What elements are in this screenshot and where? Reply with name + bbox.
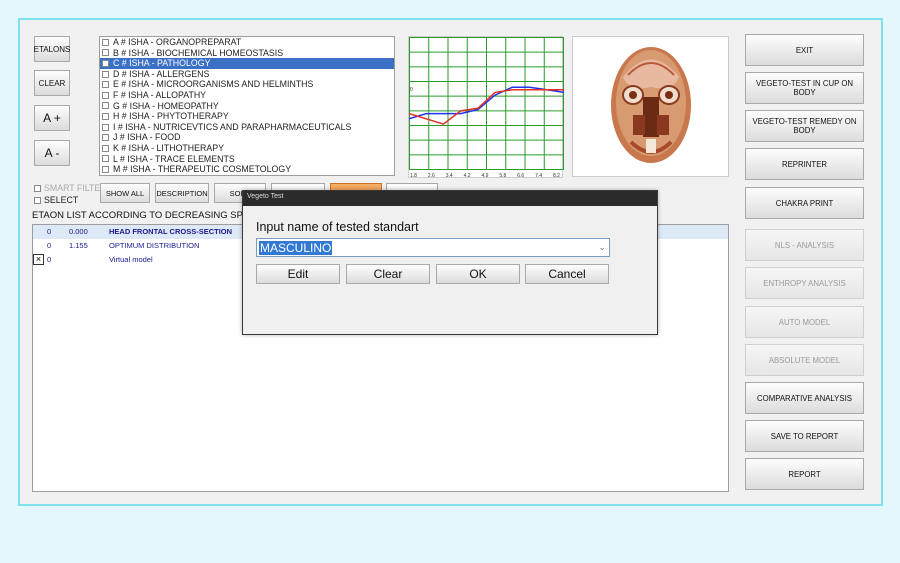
graph-svg: 1.8 2.6 3.4 4.2 4.9 5.8 6.6 7.4 8.2 0 [408, 37, 565, 179]
a-plus-button[interactable]: A + [34, 105, 70, 131]
select-label: SELECT [44, 195, 79, 205]
list-item[interactable]: D # ISHA - ALLERGENS [100, 69, 394, 80]
dialog-title: Vegeto Test [247, 193, 284, 200]
checkbox-box[interactable] [102, 70, 109, 78]
graph-marker-label: 0 [410, 87, 413, 93]
checkbox-box[interactable] [102, 38, 109, 46]
head-cross-section-image [572, 36, 729, 177]
checkbox-box[interactable] [102, 123, 109, 131]
list-item[interactable]: K # ISHA - LITHOTHERAPY [100, 143, 394, 154]
x-tick-label: 1.8 [410, 173, 417, 179]
x-tick-label: 2.6 [428, 173, 435, 179]
row-count: 0 [47, 241, 52, 250]
checkbox-box[interactable] [102, 112, 109, 120]
a-minus-button[interactable]: A - [34, 140, 70, 166]
checkbox-box [34, 196, 41, 204]
list-item[interactable]: L # ISHA - TRACE ELEMENTS [100, 154, 394, 165]
chakra-print-button[interactable]: CHAKRA PRINT [745, 187, 864, 219]
row-value: 1.155 [69, 241, 88, 250]
checkbox-box[interactable] [102, 59, 109, 67]
absolute-model-button[interactable]: ABSOLUTE MODEL [745, 344, 864, 376]
x-tick-label: 3.4 [446, 173, 453, 179]
input-standart-dialog: Vegeto Test Input name of tested standar… [242, 190, 658, 335]
isha-item-label: L # ISHA - TRACE ELEMENTS [113, 153, 235, 164]
comparative-analysis-button[interactable]: COMPARATIVE ANALYSIS [745, 382, 864, 414]
smart-filter-checkbox[interactable]: SMART FILTER [34, 183, 107, 193]
row-count: 0 [47, 255, 52, 264]
checkbox-box[interactable] [102, 81, 109, 89]
checkbox-box[interactable] [102, 144, 109, 152]
select-checkbox[interactable]: SELECT [34, 195, 78, 205]
x-tick-label: 7.4 [535, 173, 542, 179]
etalons-button[interactable]: ETALONS [34, 36, 70, 62]
isha-item-label: F # ISHA - ALLOPATHY [113, 89, 207, 100]
checkbox-box [34, 184, 41, 192]
x-tick-label: 4.9 [482, 173, 489, 179]
isha-item-label: E # ISHA - MICROORGANISMS AND HELMINTHS [113, 79, 314, 90]
isha-item-label: A # ISHA - ORGANOPREPARAT [113, 37, 242, 47]
checkbox-box[interactable] [102, 49, 109, 57]
enthropy-analysis-button[interactable]: ENTHROPY ANALYSIS [745, 267, 864, 299]
ok-button[interactable]: OK [436, 264, 520, 284]
isha-item-label: C # ISHA - PATHOLOGY [113, 58, 211, 69]
nls-analysis-button[interactable]: NLS - ANALYSIS [745, 229, 864, 261]
isha-item-label: H # ISHA - PHYTOTHERAPY [113, 111, 229, 122]
auto-model-button[interactable]: AUTO MODEL [745, 306, 864, 338]
list-item[interactable]: M # ISHA - THERAPEUTIC COSMETOLOGY [100, 164, 394, 175]
list-item[interactable]: G # ISHA - HOMEOPATHY [100, 101, 394, 112]
edit-button[interactable]: Edit [256, 264, 340, 284]
list-item[interactable]: J # ISHA - FOOD [100, 132, 394, 143]
standart-name-input[interactable]: MASCULINO ⌄ [256, 238, 610, 257]
isha-list[interactable]: A # ISHA - ORGANOPREPARAT B # ISHA - BIOC… [99, 36, 395, 176]
report-button[interactable]: REPORT [745, 458, 864, 490]
vegeto-test-remedy-button[interactable]: VEGETO-TEST REMEDY ON BODY [745, 110, 864, 142]
etalon-list-title: ETAON LIST ACCORDING TO DECREASING SP [32, 210, 243, 221]
list-item[interactable]: H # ISHA - PHYTOTHERAPY [100, 111, 394, 122]
save-to-report-button[interactable]: SAVE TO REPORT [745, 420, 864, 452]
x-tick-label: 5.8 [499, 173, 506, 179]
dialog-titlebar[interactable]: Vegeto Test [243, 191, 657, 206]
vegeto-test-cup-button[interactable]: VEGETO-TEST IN CUP ON BODY [745, 72, 864, 104]
smart-filter-label: SMART FILTER [44, 183, 107, 193]
cancel-button[interactable]: Cancel [525, 264, 609, 284]
row-count: 0 [47, 227, 52, 236]
x-tick-label: 4.2 [464, 173, 471, 179]
list-item[interactable]: I # ISHA - NUTRICEVTICS AND PARAPHARMACE… [100, 122, 394, 133]
list-item[interactable]: B # ISHA - BIOCHEMICAL HOMEOSTASIS [100, 48, 394, 59]
list-item[interactable]: F # ISHA - ALLOPATHY [100, 90, 394, 101]
row-name: OPTIMUM DISTRIBUTION [109, 241, 200, 250]
x-tick-label: 8.2 [553, 173, 560, 179]
standart-name-value: MASCULINO [259, 241, 333, 255]
checkbox-box[interactable] [102, 134, 109, 142]
isha-item-label: G # ISHA - HOMEOPATHY [113, 100, 219, 111]
isha-item-label: M # ISHA - THERAPEUTIC COSMETOLOGY [113, 164, 292, 175]
list-item[interactable]: E # ISHA - MICROORGANISMS AND HELMINTHS [100, 79, 394, 90]
chevron-down-icon[interactable]: ⌄ [598, 242, 606, 253]
checkbox-box[interactable] [102, 165, 109, 173]
list-item[interactable]: C # ISHA - PATHOLOGY [100, 58, 394, 69]
isha-item-label: D # ISHA - ALLERGENS [113, 68, 210, 79]
vegeto-graph: 1.8 2.6 3.4 4.2 4.9 5.8 6.6 7.4 8.2 0 [408, 36, 565, 179]
isha-item-label: J # ISHA - FOOD [113, 132, 181, 143]
reprinter-button[interactable]: REPRINTER [745, 148, 864, 180]
list-item[interactable]: A # ISHA - ORGANOPREPARAT [100, 37, 394, 48]
isha-item-label: I # ISHA - NUTRICEVTICS AND PARAPHARMACE… [113, 121, 352, 132]
dialog-clear-button[interactable]: Clear [346, 264, 430, 284]
x-tick-label: 6.6 [517, 173, 524, 179]
row-name: HEAD FRONTAL CROSS-SECTION [109, 227, 233, 236]
dialog-label: Input name of tested standart [256, 220, 419, 234]
description-button[interactable]: DESCRIPTION [155, 183, 209, 203]
show-all-button[interactable]: SHOW ALL [100, 183, 150, 203]
checkbox-box[interactable] [102, 155, 109, 163]
exit-button[interactable]: EXIT [745, 34, 864, 66]
isha-item-label: B # ISHA - BIOCHEMICAL HOMEOSTASIS [113, 47, 284, 58]
row-name: Virtual model [109, 255, 153, 264]
clear-button[interactable]: CLEAR [34, 70, 70, 96]
checkbox-box[interactable] [102, 91, 109, 99]
checkbox-box[interactable] [102, 102, 109, 110]
close-icon[interactable]: × [33, 254, 44, 265]
isha-item-label: K # ISHA - LITHOTHERAPY [113, 142, 224, 153]
row-value: 0.000 [69, 227, 88, 236]
